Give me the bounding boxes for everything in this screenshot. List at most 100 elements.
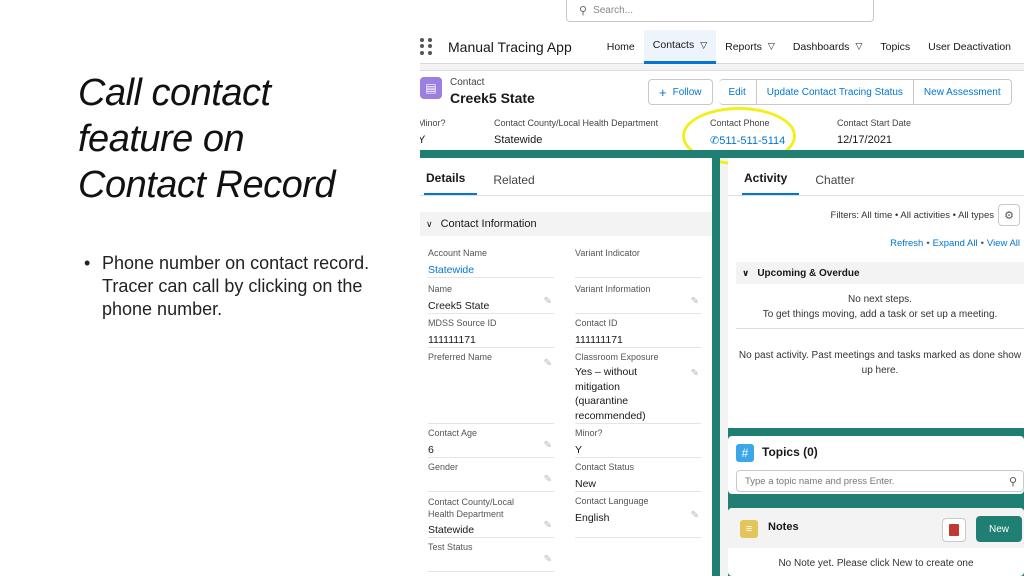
- edit-pencil-icon[interactable]: ✎: [544, 358, 552, 369]
- edit-pencil-icon[interactable]: ✎: [691, 510, 699, 521]
- field-mdss-source-id: MDSS Source ID 111111171: [428, 318, 554, 348]
- field-preferred-name: Preferred Name ✎: [428, 352, 554, 424]
- new-note-button[interactable]: New: [976, 516, 1022, 542]
- field-label: Minor?: [575, 428, 603, 438]
- activity-filters: Filters: All time • All activities • All…: [830, 210, 994, 221]
- field-value: 111111171: [428, 334, 476, 346]
- gear-icon[interactable]: ⚙: [998, 204, 1020, 226]
- field-label: Contact ID: [575, 318, 618, 328]
- field-label: Contact Start Date: [837, 118, 912, 128]
- nav-label: Dashboards: [792, 40, 850, 53]
- chevron-down-icon[interactable]: ▽: [855, 41, 862, 52]
- tab-chatter[interactable]: Chatter: [813, 173, 866, 195]
- topic-input[interactable]: Type a topic name and press Enter. ⚲: [736, 470, 1024, 492]
- field-value: 6: [428, 444, 434, 456]
- nav-label: User Deactivation: [928, 40, 1011, 53]
- contact-info-section[interactable]: ∨ Contact Information: [420, 212, 712, 236]
- search-icon: ⚲: [1008, 475, 1017, 488]
- field-label: Gender: [428, 462, 459, 472]
- record-header: ▤ Contact Creek5 State + Follow Edit Upda…: [420, 70, 1024, 165]
- nav-label: Contacts: [652, 39, 695, 51]
- nav-label: Reports: [725, 40, 762, 53]
- upcoming-overdue-section[interactable]: ∨ Upcoming & Overdue: [736, 262, 1024, 284]
- contact-card-icon: ▤: [420, 77, 442, 99]
- edit-pencil-icon[interactable]: ✎: [544, 296, 552, 307]
- field-classroom-exposure: Classroom Exposure Yes – without mitigat…: [575, 352, 701, 424]
- tab-activity[interactable]: Activity: [742, 171, 800, 195]
- edit-pencil-icon[interactable]: ✎: [544, 474, 552, 485]
- nav-item-topics[interactable]: Topics: [871, 30, 919, 64]
- record-actions: + Follow Edit Update Contact Tracing Stat…: [648, 79, 1012, 105]
- field-label: Contact County/Local Health Department: [428, 497, 515, 519]
- salesforce-app: Manual Tracing App Home Contacts ▽ Report…: [420, 30, 1024, 576]
- search-placeholder: Search...: [593, 5, 634, 16]
- notes-title: Notes: [768, 521, 799, 533]
- field-label: Variant Information: [575, 284, 651, 294]
- bullet-text: Phone number on contact record. Tracer c…: [102, 253, 370, 319]
- field-gender: Gender ✎: [428, 462, 554, 492]
- empty-text: To get things moving, add a task or set …: [762, 309, 998, 320]
- chevron-down-icon: ∨: [426, 218, 433, 229]
- app-name: Manual Tracing App: [448, 38, 572, 55]
- tab-related[interactable]: Related: [491, 173, 546, 195]
- slide-title: Call contact feature on Contact Record: [78, 70, 398, 208]
- field-value: 111111171: [575, 334, 623, 346]
- field-value: Statewide: [494, 134, 543, 146]
- activity-links: Refresh • Expand All • View All: [890, 238, 1020, 249]
- chevron-down-icon[interactable]: ▽: [700, 40, 707, 51]
- empty-text: No next steps.: [848, 294, 912, 305]
- chevron-down-icon[interactable]: ▽: [768, 41, 775, 52]
- field-label: Classroom Exposure: [575, 352, 659, 362]
- slide-bullet: • Phone number on contact record. Tracer…: [84, 252, 384, 321]
- pdf-icon: [949, 524, 959, 536]
- field-label: Contact Age: [428, 428, 478, 438]
- field-value: New: [575, 478, 597, 490]
- view-all-link[interactable]: View All: [987, 238, 1020, 249]
- slide-title-line: Call contact: [78, 72, 271, 114]
- right-column: Activity Chatter Filters: All time • All…: [728, 158, 1024, 576]
- slide: Call contact feature on Contact Record •…: [0, 0, 1024, 576]
- global-search[interactable]: ⚲ Search...: [566, 0, 874, 22]
- chevron-down-icon: ∨: [742, 267, 750, 278]
- update-status-button[interactable]: Update Contact Tracing Status: [756, 79, 914, 105]
- nav-item-dashboards[interactable]: Dashboards ▽: [784, 30, 872, 64]
- bullet-dot: •: [84, 253, 91, 273]
- record-type: Contact: [450, 77, 485, 88]
- field-value: Yes – without mitigation (quarantine rec…: [575, 366, 646, 422]
- field-minor: Minor? Y: [575, 428, 701, 458]
- edit-pencil-icon[interactable]: ✎: [544, 440, 552, 451]
- pdf-button[interactable]: [942, 518, 966, 542]
- activity-tabs: Activity Chatter: [728, 158, 1024, 196]
- edit-pencil-icon[interactable]: ✎: [691, 368, 699, 379]
- edit-button[interactable]: Edit: [718, 79, 757, 105]
- tab-details[interactable]: Details: [424, 171, 478, 195]
- details-panel: Details Related ∨ Contact Information Ac…: [420, 158, 720, 576]
- field-value: Y: [420, 134, 426, 146]
- field-value: Y: [575, 444, 583, 456]
- highlight-start-date: Contact Start Date 12/17/2021: [837, 118, 911, 146]
- field-contact-language: Contact Language English ✎: [575, 496, 701, 538]
- refresh-link[interactable]: Refresh: [890, 238, 923, 249]
- link-separator: •: [926, 238, 930, 249]
- field-name: Name Creek5 State ✎: [428, 284, 554, 314]
- details-tabs: Details Related: [420, 158, 712, 196]
- nav-item-reports[interactable]: Reports ▽: [716, 30, 784, 64]
- new-assessment-button[interactable]: New Assessment: [913, 79, 1012, 105]
- edit-pencil-icon[interactable]: ✎: [691, 296, 699, 307]
- nav-item-home[interactable]: Home: [598, 30, 644, 64]
- no-past-activity: No past activity. Past meetings and task…: [738, 350, 1022, 376]
- edit-pencil-icon[interactable]: ✎: [544, 520, 552, 531]
- field-label: Contact County/Local Health Department: [494, 118, 659, 128]
- notes-card: ≡ Notes New No Note yet. Please click Ne…: [728, 508, 1024, 576]
- follow-button[interactable]: + Follow: [648, 79, 713, 105]
- account-link[interactable]: Statewide: [428, 263, 554, 278]
- link-separator: •: [980, 238, 984, 249]
- field-label: Minor?: [420, 118, 446, 128]
- expand-all-link[interactable]: Expand All: [933, 238, 978, 249]
- nav-item-contacts[interactable]: Contacts ▽: [643, 30, 717, 64]
- app-launcher-icon[interactable]: [420, 37, 434, 56]
- divider-bar: [420, 150, 1024, 158]
- nav-item-user-deactivation[interactable]: User Deactivation: [919, 30, 1020, 64]
- field-label: Name: [428, 284, 453, 294]
- edit-pencil-icon[interactable]: ✎: [544, 554, 552, 565]
